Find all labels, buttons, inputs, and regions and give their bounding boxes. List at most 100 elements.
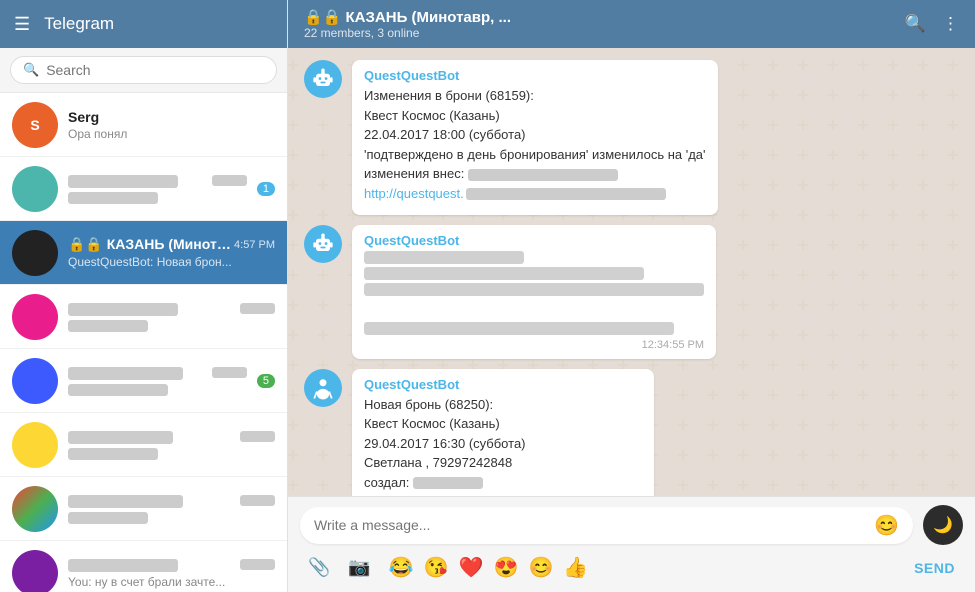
emoji-smile[interactable]: 😊 — [528, 555, 553, 580]
chat-time — [240, 559, 275, 571]
list-item[interactable] — [0, 285, 287, 349]
hamburger-icon[interactable]: ☰ — [14, 14, 30, 35]
chat-info — [68, 301, 275, 333]
chat-time — [240, 303, 275, 315]
chat-info — [68, 365, 247, 397]
toolbar-row: 📎 📷 😂 😘 ❤️ 😍 😊 👍 SEND — [300, 551, 963, 584]
messages-area: QuestQuestBot Изменения в брони (68159):… — [288, 48, 975, 496]
chat-info: 🔒🔒 КАЗАНЬ (Минотавр, ... 4:57 PM QuestQu… — [68, 236, 275, 269]
avatar — [304, 60, 342, 98]
chat-info — [68, 173, 247, 205]
chat-name — [68, 493, 183, 509]
chat-preview: QuestQuestBot: Новая брон... — [68, 255, 275, 269]
avatar: S — [12, 102, 58, 148]
table-row: QuestQuestBot 12:34:55 PM — [304, 225, 959, 359]
message-input-row: 😊 — [300, 507, 913, 544]
dark-button[interactable]: 🌙 — [923, 505, 963, 545]
avatar — [304, 369, 342, 407]
chat-time — [212, 175, 247, 187]
chat-name — [68, 557, 178, 573]
avatar — [12, 230, 58, 276]
chat-info — [68, 493, 275, 525]
attach-icon[interactable]: 📎 — [308, 557, 330, 578]
chat-preview — [68, 191, 247, 205]
emoji-kiss[interactable]: 😘 — [424, 555, 449, 580]
emoji-love[interactable]: 😍 — [494, 555, 519, 580]
chat-name: Serg — [68, 109, 99, 125]
message-link[interactable]: http://questquest. — [364, 186, 464, 201]
emoji-heart[interactable]: ❤️ — [459, 555, 484, 580]
send-button[interactable]: SEND — [914, 560, 955, 576]
unread-badge: 5 — [257, 374, 275, 388]
chat-time — [212, 367, 247, 379]
emoji-row: 😂 😘 ❤️ 😍 😊 👍 — [389, 555, 588, 580]
avatar — [12, 486, 58, 532]
chat-preview — [68, 383, 247, 397]
message-time: 12:34:55 PM — [364, 339, 704, 351]
chat-header-subtitle: 22 members, 3 online — [304, 26, 511, 40]
chat-header-title: 🔒🔒 КАЗАНЬ (Минотавр, ... — [304, 8, 511, 26]
message-bubble: QuestQuestBot Изменения в брони (68159):… — [352, 60, 718, 215]
message-text — [364, 251, 704, 335]
sidebar: ☰ Telegram 🔍 S Serg Ора понял — [0, 0, 288, 592]
chat-header: 🔒🔒 КАЗАНЬ (Минотавр, ... 22 members, 3 o… — [288, 0, 975, 48]
chat-preview: You: ну в счет брали зачте... — [68, 575, 275, 589]
chat-name — [68, 173, 178, 189]
list-item[interactable]: 5 — [0, 349, 287, 413]
avatar — [304, 225, 342, 263]
message-sender: QuestQuestBot — [364, 233, 704, 248]
emoji-laugh[interactable]: 😂 — [389, 555, 414, 580]
search-input-wrap[interactable]: 🔍 — [10, 56, 277, 84]
message-input[interactable] — [314, 517, 864, 533]
chat-input-area: 😊 🌙 📎 📷 😂 😘 ❤️ 😍 😊 👍 SEND — [288, 496, 975, 592]
message-bubble: QuestQuestBot Новая бронь (68250): Квест… — [352, 369, 654, 497]
emoji-button[interactable]: 😊 — [874, 513, 899, 538]
chat-list: S Serg Ора понял 1 — [0, 93, 287, 592]
app-title: Telegram — [44, 14, 114, 34]
list-item[interactable]: You: ну в счет брали зачте... — [0, 541, 287, 592]
chat-preview: Ора понял — [68, 127, 275, 141]
camera-icon[interactable]: 📷 — [348, 557, 370, 578]
search-icon[interactable]: 🔍 — [905, 14, 926, 34]
chat-header-icons: 🔍 ⋮ — [905, 14, 959, 34]
message-text: Изменения в брони (68159): Квест Космос … — [364, 86, 706, 203]
avatar — [12, 294, 58, 340]
chat-info: You: ну в счет брали зачте... — [68, 557, 275, 589]
chat-preview — [68, 447, 275, 461]
chat-name: 🔒🔒 КАЗАНЬ (Минотавр, ... — [68, 236, 234, 253]
list-item[interactable] — [0, 477, 287, 541]
chat-preview — [68, 319, 275, 333]
chat-name — [68, 301, 178, 317]
message-sender: QuestQuestBot — [364, 377, 642, 392]
list-item[interactable]: S Serg Ора понял — [0, 93, 287, 157]
chat-time: 4:57 PM — [234, 239, 275, 251]
sidebar-header: ☰ Telegram — [0, 0, 287, 48]
more-icon[interactable]: ⋮ — [942, 14, 959, 34]
chat-preview — [68, 511, 275, 525]
chat-time — [240, 431, 275, 443]
search-bar: 🔍 — [0, 48, 287, 93]
chat-info — [68, 429, 275, 461]
message-bubble: QuestQuestBot 12:34:55 PM — [352, 225, 716, 359]
list-item[interactable] — [0, 413, 287, 477]
chat-time — [240, 495, 275, 507]
chat-info: Serg Ора понял — [68, 109, 275, 141]
unread-badge: 1 — [257, 182, 275, 196]
avatar — [12, 166, 58, 212]
table-row: QuestQuestBot Новая бронь (68250): Квест… — [304, 369, 959, 497]
chat-header-info: 🔒🔒 КАЗАНЬ (Минотавр, ... 22 members, 3 o… — [304, 8, 511, 40]
table-row: QuestQuestBot Изменения в брони (68159):… — [304, 60, 959, 215]
list-item[interactable]: 1 — [0, 157, 287, 221]
list-item[interactable]: 🔒🔒 КАЗАНЬ (Минотавр, ... 4:57 PM QuestQu… — [0, 221, 287, 285]
emoji-thumbsup[interactable]: 👍 — [563, 555, 588, 580]
search-input[interactable] — [46, 62, 264, 78]
message-text: Новая бронь (68250): Квест Космос (Казан… — [364, 395, 642, 497]
avatar — [12, 358, 58, 404]
search-icon: 🔍 — [23, 62, 39, 78]
chat-name — [68, 365, 183, 381]
chat-main: 🔒🔒 КАЗАНЬ (Минотавр, ... 22 members, 3 o… — [288, 0, 975, 592]
chat-name — [68, 429, 173, 445]
avatar — [12, 550, 58, 592]
toolbar-icons: 📎 📷 😂 😘 ❤️ 😍 😊 👍 — [308, 555, 588, 580]
avatar — [12, 422, 58, 468]
